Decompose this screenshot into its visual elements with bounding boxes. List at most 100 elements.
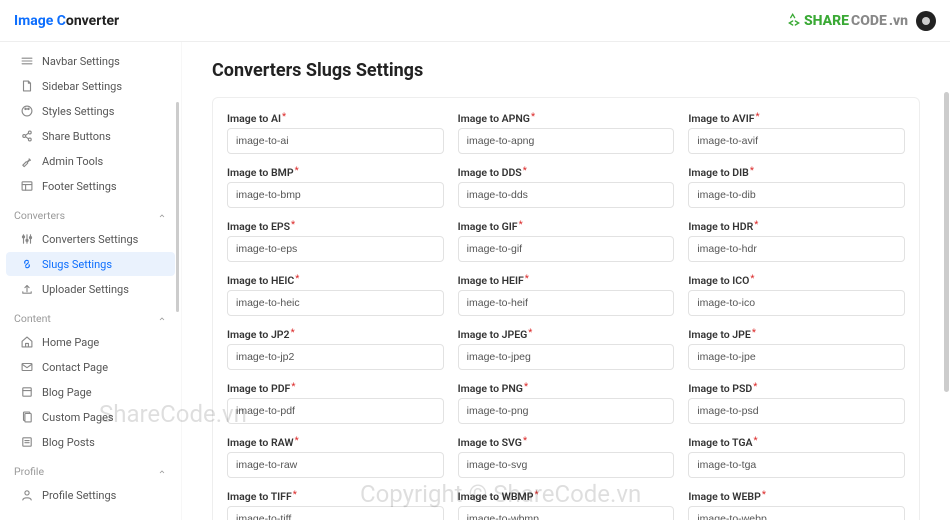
field-image-to-png: Image to PNG* [458, 382, 675, 424]
slug-input-image-to-jp2[interactable] [227, 344, 444, 370]
slug-input-image-to-gif[interactable] [458, 236, 675, 262]
field-label: Image to ICO* [688, 274, 905, 287]
field-image-to-tga: Image to TGA* [688, 436, 905, 478]
sidebar-item-label: Slugs Settings [42, 258, 112, 271]
slug-input-image-to-dds[interactable] [458, 182, 675, 208]
sidebar-item-slugs-settings[interactable]: Slugs Settings [6, 252, 175, 276]
slug-input-image-to-bmp[interactable] [227, 182, 444, 208]
field-label: Image to HEIC* [227, 274, 444, 287]
slug-input-image-to-avif[interactable] [688, 128, 905, 154]
slug-input-image-to-ico[interactable] [688, 290, 905, 316]
sidebar-item-label: Share Buttons [42, 130, 111, 143]
slug-input-image-to-heic[interactable] [227, 290, 444, 316]
sidebar-item-home-page[interactable]: Home Page [6, 330, 175, 354]
field-image-to-avif: Image to AVIF* [688, 112, 905, 154]
sidebar-item-profile-settings[interactable]: Profile Settings [6, 483, 175, 507]
user-icon [20, 488, 34, 502]
book-icon [20, 385, 34, 399]
link-icon [20, 257, 34, 271]
slug-input-image-to-tiff[interactable] [227, 506, 444, 520]
post-icon [20, 435, 34, 449]
field-label: Image to PDF* [227, 382, 444, 395]
slug-input-image-to-wbmp[interactable] [458, 506, 675, 520]
field-image-to-raw: Image to RAW* [227, 436, 444, 478]
sidebar-item-label: Footer Settings [42, 180, 117, 193]
sidebar-item-admin-tools[interactable]: Admin Tools [6, 149, 175, 173]
field-label: Image to DDS* [458, 166, 675, 179]
sidebar-item-converters-settings[interactable]: Converters Settings [6, 227, 175, 251]
sidebar-item-contact-page[interactable]: Contact Page [6, 355, 175, 379]
user-icon [922, 17, 930, 25]
slug-input-image-to-jpeg[interactable] [458, 344, 675, 370]
field-image-to-jp2: Image to JP2* [227, 328, 444, 370]
field-label: Image to DIB* [688, 166, 905, 179]
sidebar-item-navbar-settings[interactable]: Navbar Settings [6, 49, 175, 73]
sidebar-section-converters[interactable]: Converters [0, 199, 181, 226]
fields-grid: Image to AI* Image to APNG* Image to AVIF*… [227, 112, 905, 520]
field-image-to-ico: Image to ICO* [688, 274, 905, 316]
sidebar-item-label: Blog Page [42, 386, 92, 399]
slug-input-image-to-hdr[interactable] [688, 236, 905, 262]
slug-input-image-to-png[interactable] [458, 398, 675, 424]
sidebar-scrollbar[interactable] [176, 102, 179, 312]
field-label: Image to JPE* [688, 328, 905, 341]
slug-input-image-to-heif[interactable] [458, 290, 675, 316]
palette-icon [20, 104, 34, 118]
sidebar-item-share-buttons[interactable]: Share Buttons [6, 124, 175, 148]
sidebar-item-label: Custom Pages [42, 411, 114, 424]
header-right: SHARECODE.vn [786, 11, 936, 31]
app-header: Image Converter SHARECODE.vn [0, 0, 950, 42]
recycle-icon [786, 13, 802, 29]
field-label: Image to APNG* [458, 112, 675, 125]
chevron-up-icon [157, 467, 167, 477]
sidebar-item-label: Uploader Settings [42, 283, 129, 296]
main-content: Converters Slugs Settings Image to AI*Im… [182, 42, 950, 520]
slug-input-image-to-webp[interactable] [688, 506, 905, 520]
slug-input-image-to-apng[interactable] [458, 128, 675, 154]
field-image-to-heic: Image to HEIC* [227, 274, 444, 316]
field-image-to-gif: Image to GIF* [458, 220, 675, 262]
sidebar-item-uploader-settings[interactable]: Uploader Settings [6, 277, 175, 301]
page-title: Converters Slugs Settings [212, 60, 920, 81]
sidebar-item-label: Styles Settings [42, 105, 114, 118]
sidebar-item-blog-posts[interactable]: Blog Posts [6, 430, 175, 454]
sidebar-item-label: Contact Page [42, 361, 108, 374]
sidebar-item-blog-page[interactable]: Blog Page [6, 380, 175, 404]
slug-input-image-to-pdf[interactable] [227, 398, 444, 424]
sidebar-item-label: Admin Tools [42, 155, 103, 168]
pages-icon [20, 410, 34, 424]
slug-input-image-to-svg[interactable] [458, 452, 675, 478]
field-label: Image to SVG* [458, 436, 675, 449]
slug-input-image-to-eps[interactable] [227, 236, 444, 262]
section-label: Profile [14, 465, 44, 478]
field-image-to-jpeg: Image to JPEG* [458, 328, 675, 370]
brand-part-1: Image C [14, 13, 66, 29]
field-label: Image to EPS* [227, 220, 444, 233]
sidebar-section-profile[interactable]: Profile [0, 455, 181, 482]
slug-input-image-to-psd[interactable] [688, 398, 905, 424]
sidebar-section-content[interactable]: Content [0, 302, 181, 329]
sidebar-item-custom-pages[interactable]: Custom Pages [6, 405, 175, 429]
slug-input-image-to-raw[interactable] [227, 452, 444, 478]
field-label: Image to WEBP* [688, 490, 905, 503]
slug-input-image-to-tga[interactable] [688, 452, 905, 478]
content-scrollbar[interactable] [944, 92, 949, 392]
field-label: Image to PNG* [458, 382, 675, 395]
slug-input-image-to-ai[interactable] [227, 128, 444, 154]
menu-icon [20, 54, 34, 68]
sidebar-item-label: Sidebar Settings [42, 80, 122, 93]
slug-input-image-to-dib[interactable] [688, 182, 905, 208]
avatar[interactable] [916, 11, 936, 31]
field-image-to-webp: Image to WEBP* [688, 490, 905, 520]
field-image-to-apng: Image to APNG* [458, 112, 675, 154]
chevron-up-icon [157, 211, 167, 221]
field-label: Image to GIF* [458, 220, 675, 233]
file-icon [20, 79, 34, 93]
field-image-to-ai: Image to AI* [227, 112, 444, 154]
brand-logo[interactable]: Image Converter [14, 13, 119, 29]
slug-input-image-to-jpe[interactable] [688, 344, 905, 370]
sidebar-item-footer-settings[interactable]: Footer Settings [6, 174, 175, 198]
sidebar-item-sidebar-settings[interactable]: Sidebar Settings [6, 74, 175, 98]
sidebar-item-label: Profile Settings [42, 489, 116, 502]
sidebar-item-styles-settings[interactable]: Styles Settings [6, 99, 175, 123]
